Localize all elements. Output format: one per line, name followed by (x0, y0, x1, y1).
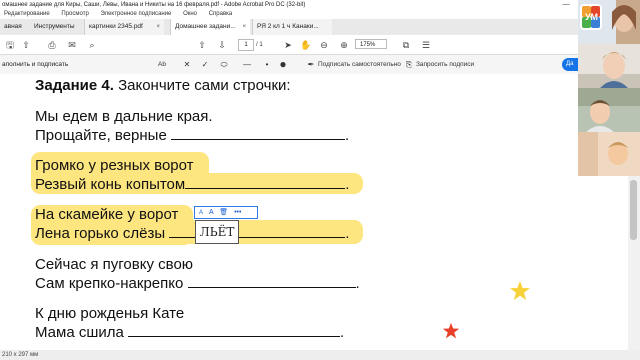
video-call-panel: УМ (578, 0, 640, 176)
color-swatch-icon[interactable]: ● (278, 58, 288, 70)
tab-label: Домашнее задани... (175, 23, 236, 30)
more-options-icon[interactable]: ••• (234, 209, 241, 216)
answer-blank[interactable] (128, 322, 341, 337)
school-logo-text: УМ (584, 12, 599, 22)
cross-icon[interactable]: ✕ (182, 59, 192, 70)
stanza1-line1: Мы едем в дальние края. (35, 108, 213, 125)
delete-icon[interactable]: 🗑 (219, 209, 228, 216)
fill-sign-toolbar: аполнить и подписать Ab ✕ ✓ ⬭ — • ● ✒ По… (0, 55, 584, 75)
status-bar: 210 x 297 мм (0, 350, 640, 360)
fill-sign-label: аполнить и подписать (2, 61, 69, 68)
stanza4-line2: Сам крепко-накрепко . (35, 273, 360, 293)
tab-document-homework[interactable]: Домашнее задани... × (170, 19, 250, 35)
tab-document-pictures[interactable]: картинки 2345.pdf × (84, 19, 164, 35)
page-size-label: 210 x 297 мм (2, 352, 39, 358)
stanza1-line2: Прощайте, верные . (35, 125, 349, 145)
menu-edit[interactable]: Редактирование (4, 11, 50, 17)
line-end: . (340, 324, 345, 341)
scroll-mode-icon[interactable]: ☰ (420, 39, 432, 51)
pen-sign-icon[interactable]: ✒ (306, 59, 316, 70)
student-2-video (578, 88, 640, 132)
close-icon[interactable]: × (242, 19, 246, 35)
menu-help[interactable]: Справка (209, 11, 233, 17)
line-icon[interactable]: — (240, 59, 254, 70)
menu-view[interactable]: Просмотр (61, 11, 88, 17)
increase-font-button[interactable]: A (209, 209, 213, 216)
video-tile-host[interactable]: УМ (578, 0, 640, 44)
text-annotation-toolbar: A A 🗑 ••• (194, 206, 258, 219)
stanza2-line2: Резвый конь копытом. (35, 174, 349, 194)
stanza3-line2: Лена горько слёзы . (35, 223, 349, 243)
student-1-video (578, 44, 640, 88)
stanza-text: Лена горько слёзы (35, 225, 170, 242)
ellipse-icon[interactable]: ⬭ (218, 59, 230, 70)
zoom-level-select[interactable]: 175% (355, 39, 387, 49)
menu-bar: Редактирование Просмотр Электронное подп… (0, 10, 580, 19)
add-text-tool[interactable]: Ab (158, 59, 166, 70)
page-up-icon[interactable]: ⇧ (196, 39, 208, 51)
save-icon[interactable]: 🖫 (4, 39, 16, 51)
tab-bar: авная Инструменты картинки 2345.pdf × До… (0, 19, 580, 36)
fit-page-icon[interactable]: ⧉ (400, 39, 412, 51)
print-icon[interactable]: ⎙ (46, 39, 58, 51)
video-tile-student-3[interactable] (578, 132, 640, 176)
task-number: Задание 4. (35, 77, 114, 94)
zoom-in-icon[interactable]: ⊕ (338, 39, 350, 51)
scrollbar-thumb[interactable] (630, 180, 637, 240)
task-title: Задание 4. Закончите сами строчки: (35, 77, 291, 95)
checkmark-icon[interactable]: ✓ (200, 59, 210, 70)
dot-icon[interactable]: • (262, 59, 272, 70)
request-icon[interactable]: ⎘ (404, 59, 414, 70)
minimize-button[interactable]: — (556, 0, 576, 10)
answer-blank[interactable] (170, 125, 345, 140)
main-toolbar: 🖫 ⇧ ⎙ ✉ ⌕ ⇧ ⇩ 1 / 1 ➤ ✋ ⊖ ⊕ 175% ⧉ ☰ (0, 35, 580, 55)
yellow-star-icon (510, 281, 530, 300)
close-icon[interactable]: × (156, 19, 160, 35)
answer-blank[interactable] (187, 273, 356, 288)
line-end: . (344, 127, 350, 144)
stanza-text: Мама сшила (35, 324, 129, 341)
tab-home[interactable]: авная (0, 19, 30, 35)
zoom-out-icon[interactable]: ⊖ (318, 39, 330, 51)
page-number-input[interactable]: 1 (238, 39, 254, 51)
tab-tools[interactable]: Инструменты (30, 19, 78, 35)
page-down-icon[interactable]: ⇩ (216, 39, 228, 51)
sign-self-button[interactable]: Подписать самостоятельно (318, 59, 401, 70)
email-icon[interactable]: ✉ (66, 39, 78, 51)
student-3-video (578, 132, 640, 176)
search-icon[interactable]: ⌕ (86, 39, 98, 51)
request-signatures-button[interactable]: Запросить подписи (416, 59, 474, 70)
red-star-icon (442, 322, 460, 339)
stanza-text: Сам крепко-накрепко (35, 275, 188, 292)
answer-blank[interactable] (185, 174, 346, 189)
select-cursor-icon[interactable]: ➤ (282, 39, 294, 51)
hand-tool-icon[interactable]: ✋ (300, 39, 312, 51)
stanza5-line1: К дню рожденья Кате (35, 305, 185, 322)
stanza-text: Резвый конь копытом (35, 176, 186, 193)
menu-window[interactable]: Окно (183, 11, 197, 17)
line-end: . (345, 225, 350, 242)
document-page: Задание 4. Закончите сами строчки: Мы ед… (0, 74, 628, 349)
tab-document-russian[interactable]: РЯ 2 кл 1 ч Канаки... (252, 19, 332, 35)
tab-label: РЯ 2 кл 1 ч Канаки... (257, 23, 319, 30)
stanza3-line1: На скамейке у ворот (35, 206, 179, 223)
upload-icon[interactable]: ⇧ (20, 39, 32, 51)
window-title: омашнее задание для Киры, Саши, Левы, Ив… (0, 0, 580, 10)
decrease-font-button[interactable]: A (199, 210, 203, 216)
video-tile-student-1[interactable] (578, 44, 640, 88)
typed-answer-textbox[interactable]: ЛЬЁТ (195, 220, 239, 244)
line-end: . (355, 275, 360, 292)
line-end: . (345, 176, 350, 193)
stanza2-line1: Громко у резных ворот (35, 157, 194, 174)
menu-esign[interactable]: Электронное подписание (100, 11, 171, 17)
stanza4-line1: Сейчас я пуговку свою (35, 256, 194, 273)
page-total: / 1 (256, 42, 263, 48)
tab-label: картинки 2345.pdf (89, 23, 143, 30)
video-tile-student-2[interactable] (578, 88, 640, 132)
task-instruction: Закончите сами строчки: (113, 77, 291, 94)
stanza-text: Прощайте, верные (35, 127, 171, 144)
stanza5-line2: Мама сшила . (35, 322, 344, 342)
